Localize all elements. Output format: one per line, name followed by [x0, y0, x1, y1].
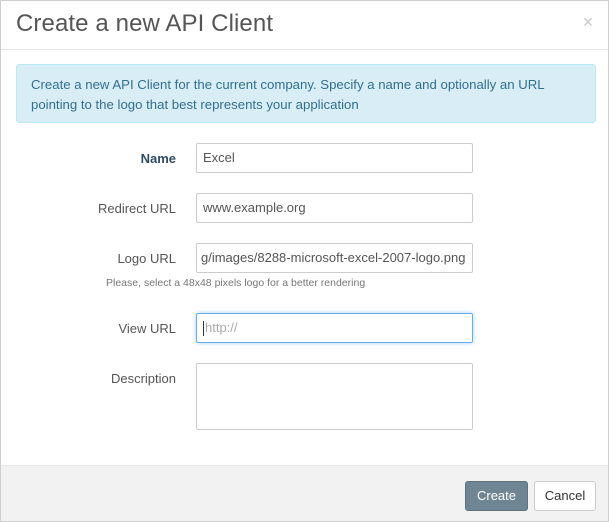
view-url-input[interactable]: http:// [196, 313, 473, 343]
name-input[interactable]: Excel [196, 143, 473, 173]
dialog-footer: Create Cancel [1, 465, 608, 521]
logo-url-input-value: g/images/8288-microsoft-excel-2007-logo.… [201, 250, 466, 265]
view-url-label: View URL [118, 321, 176, 336]
logo-url-input[interactable]: g/images/8288-microsoft-excel-2007-logo.… [196, 243, 473, 273]
cancel-button[interactable]: Cancel [534, 481, 596, 511]
redirect-url-label: Redirect URL [97, 201, 176, 216]
logo-url-label: Logo URL [117, 251, 176, 266]
create-button[interactable]: Create [465, 481, 528, 511]
view-url-placeholder: http:// [205, 320, 238, 335]
logo-url-help-text: Please, select a 48x48 pixels logo for a… [106, 277, 366, 289]
redirect-url-input-value: www.example.org [203, 200, 306, 215]
dialog-header: Create a new API Client × [1, 1, 608, 50]
dialog-title: Create a new API Client [16, 10, 274, 37]
name-label: Name [140, 151, 176, 166]
close-icon[interactable]: × [580, 12, 596, 32]
description-textarea[interactable] [196, 363, 473, 430]
redirect-url-input[interactable]: www.example.org [196, 193, 473, 223]
text-caret [203, 321, 204, 337]
description-label: Description [110, 371, 176, 386]
create-api-client-dialog: Create a new API Client × Create a new A… [0, 0, 609, 522]
info-alert: Create a new API Client for the current … [16, 64, 596, 123]
name-input-value: Excel [203, 150, 235, 165]
